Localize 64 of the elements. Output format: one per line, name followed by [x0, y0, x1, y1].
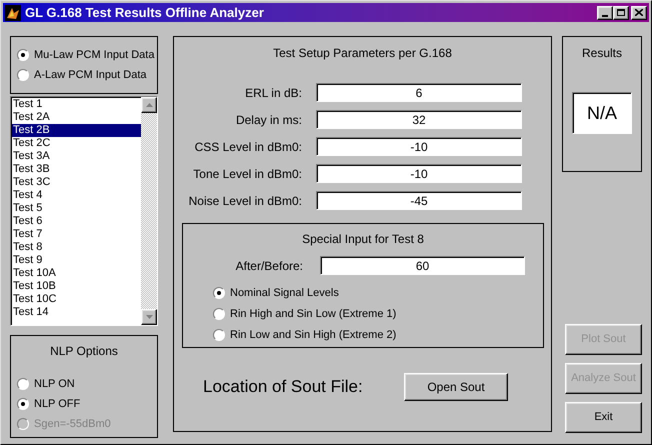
list-item[interactable]: Test 3C	[12, 176, 141, 189]
panel-title: Test Setup Parameters per G.168	[273, 45, 452, 62]
radio-label: Nominal Signal Levels	[230, 286, 339, 301]
list-item[interactable]: Test 2B	[12, 124, 141, 137]
list-item[interactable]: Test 7	[12, 228, 141, 241]
radio-label: NLP ON	[34, 376, 75, 392]
minimize-button[interactable]	[597, 6, 613, 20]
list-item[interactable]: Test 10B	[12, 280, 141, 293]
maximize-button[interactable]	[613, 6, 629, 20]
input-field[interactable]: -10	[316, 164, 522, 183]
list-item[interactable]: Test 8	[12, 241, 141, 254]
up-arrow-icon	[146, 103, 152, 107]
radio-label: Sgen=-55dBm0	[34, 416, 111, 432]
radio-label: A-Law PCM Input Data	[34, 68, 146, 83]
down-arrow-icon	[146, 315, 152, 319]
field-label: CSS Level in dBm0:	[194, 138, 302, 156]
radio-button[interactable]	[17, 378, 29, 390]
list-item[interactable]: Test 9	[12, 254, 141, 267]
radio-button[interactable]	[213, 329, 225, 341]
radio-label: NLP OFF	[34, 396, 80, 412]
radio-button[interactable]	[213, 287, 225, 299]
close-icon	[635, 9, 643, 16]
field-label: Noise Level in dBm0:	[188, 192, 302, 210]
radio-label: Mu-Law PCM Input Data	[34, 48, 154, 63]
list-item[interactable]: Test 3A	[12, 150, 141, 163]
field-label: After/Before:	[234, 258, 303, 274]
panel-title: Special Input for Test 8	[302, 231, 424, 248]
input-field[interactable]: 32	[316, 110, 522, 129]
scrollbar[interactable]	[141, 97, 157, 325]
action-button[interactable]: Exit	[565, 402, 642, 433]
radio-button[interactable]	[213, 308, 225, 320]
radio-label: Rin High and Sin Low (Extreme 1)	[230, 306, 396, 322]
field-label: ERL in dB:	[244, 84, 302, 102]
radio-button[interactable]	[17, 69, 29, 81]
list-item[interactable]: Test 6	[12, 215, 141, 228]
list-item[interactable]: Test 14	[12, 306, 141, 319]
list-item[interactable]: Test 1	[12, 98, 141, 111]
input-field[interactable]: -45	[316, 191, 522, 210]
list-item[interactable]: Test 2A	[12, 111, 141, 124]
results-value: N/A	[572, 92, 632, 134]
list-item[interactable]: Test 10C	[12, 293, 141, 306]
list-item[interactable]: Test 2C	[12, 137, 141, 150]
window-title: GL G.168 Test Results Offline Analyzer	[25, 4, 265, 22]
test-list[interactable]: Test 1 Test 2A Test 2B Test 2C Test 3A Test 3B Test 3C Test 4 Test 5 Test 6 Test 7 Test 8 Test 9 Test 10A Test 10B Test 10C Test 14	[10, 96, 158, 326]
close-button[interactable]	[631, 6, 647, 20]
list-item[interactable]: Test 3B	[12, 163, 141, 176]
input-field[interactable]: 6	[316, 83, 522, 102]
scroll-up-button[interactable]	[141, 97, 157, 113]
panel-title: NLP Options	[50, 343, 119, 360]
input-field[interactable]: 60	[320, 256, 525, 275]
radio-label: Rin Low and Sin High (Extreme 2)	[230, 328, 396, 343]
panel-title: Results	[582, 45, 622, 62]
location-label: Location of Sout File:	[203, 376, 363, 398]
field-label: Tone Level in dBm0:	[192, 166, 302, 182]
open-sout-button[interactable]: Open Sout	[404, 373, 508, 401]
list-item[interactable]: Test 5	[12, 202, 141, 215]
list-item[interactable]: Test 4	[12, 189, 141, 202]
radio-button[interactable]	[17, 398, 29, 410]
radio-button[interactable]	[17, 49, 29, 61]
input-field[interactable]: -10	[316, 137, 522, 156]
list-item[interactable]: Test 10A	[12, 267, 141, 280]
app-icon	[5, 4, 21, 20]
field-label: Delay in ms:	[234, 112, 302, 128]
scroll-down-button[interactable]	[141, 309, 157, 325]
